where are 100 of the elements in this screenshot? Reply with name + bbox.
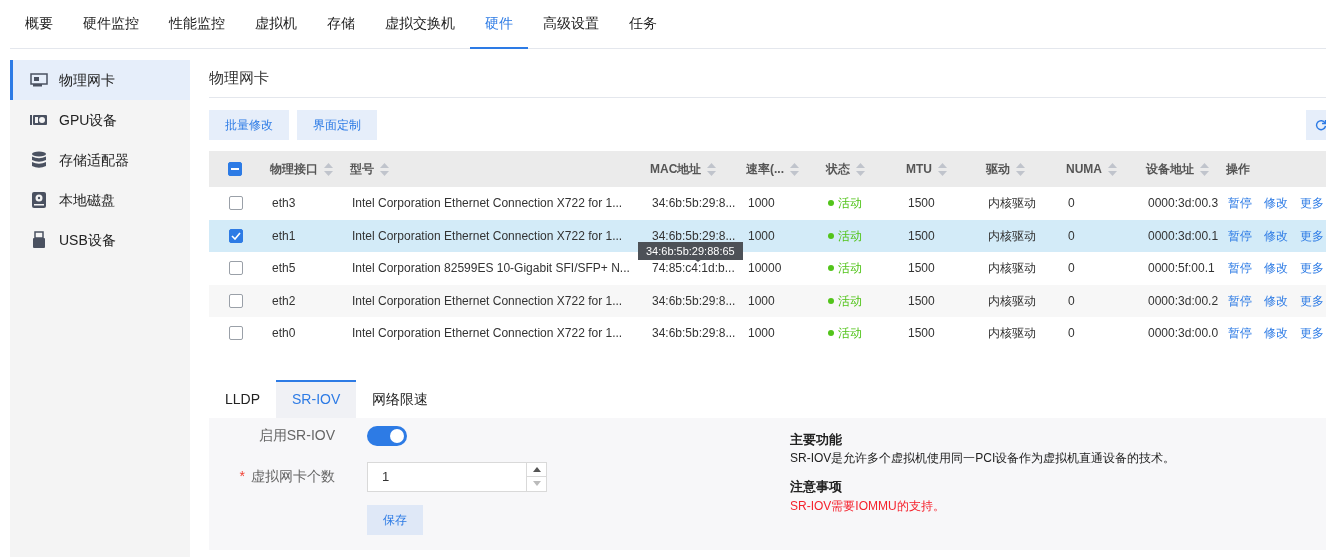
column-header[interactable]: MTU — [906, 160, 932, 178]
toggle-switch[interactable] — [367, 425, 407, 446]
save-button[interactable]: 保存 — [367, 504, 423, 535]
table-cell: Intel Corporation Ethernet Connection X722 for 1... — [352, 327, 623, 340]
table-cell: 1000 — [748, 197, 775, 210]
tooltip-arrow-icon — [694, 258, 702, 262]
sidebar-item[interactable]: USB设备 — [10, 220, 190, 260]
column-header[interactable]: 物理接口 — [270, 160, 318, 178]
table-cell: 1000 — [748, 327, 775, 340]
nav-tab[interactable]: 硬件 — [470, 0, 528, 49]
table-cell: 10000 — [748, 262, 782, 275]
checkbox[interactable] — [228, 293, 243, 308]
nav-tab[interactable]: 任务 — [614, 0, 672, 49]
column-header[interactable]: 型号 — [350, 160, 374, 178]
table-cell: 0 — [1068, 228, 1075, 243]
table-cell: eth0 — [272, 327, 296, 340]
nav-tab[interactable]: 虚拟交换机 — [370, 0, 470, 49]
table-cell: 0000:3d:00.2 — [1148, 293, 1219, 308]
nav-tab[interactable]: 存储 — [312, 0, 370, 49]
sort-icon[interactable] — [1016, 162, 1025, 176]
number-input[interactable]: 1 — [367, 461, 547, 492]
action-link[interactable]: 更多 — [1300, 324, 1324, 343]
action-link[interactable]: 暂停 — [1228, 226, 1252, 245]
sort-icon[interactable] — [790, 162, 799, 176]
nav-tab[interactable]: 虚拟机 — [240, 0, 312, 49]
action-link[interactable]: 暂停 — [1228, 324, 1252, 343]
table-cell: 0 — [1068, 196, 1075, 211]
table-cell: 0 — [1068, 293, 1075, 308]
field-label: 启用SR-IOV — [257, 426, 335, 445]
sort-icon[interactable] — [707, 162, 717, 176]
table-cell: 1000 — [748, 229, 775, 242]
action-link[interactable]: 修改 — [1264, 291, 1288, 310]
action-link[interactable]: 修改 — [1264, 259, 1288, 278]
table-cell: 1500 — [908, 228, 935, 243]
detail-tab[interactable]: LLDP — [209, 379, 277, 418]
sidebar-item[interactable]: 物理网卡 — [10, 60, 190, 100]
column-header[interactable]: 状态 — [826, 160, 850, 178]
sort-icon[interactable] — [856, 162, 865, 176]
detail-tab[interactable]: SR-IOV — [276, 379, 357, 418]
sort-icon[interactable] — [1200, 162, 1209, 176]
info-text: SR-IOV是允许多个虚拟机使用同一PCI设备作为虚拟机直通设备的技术。 — [790, 450, 1176, 467]
column-header[interactable]: 设备地址 — [1146, 160, 1194, 178]
column-header[interactable]: NUMA — [1066, 160, 1102, 178]
table-cell: 0 — [1068, 326, 1075, 341]
field-label: 虚拟网卡个数 — [250, 467, 335, 486]
detail-tab[interactable]: 网络限速 — [356, 379, 445, 418]
toolbar-button[interactable]: 批量修改 — [209, 110, 289, 140]
action-link[interactable]: 暂停 — [1228, 291, 1252, 310]
sort-icon[interactable] — [380, 162, 389, 176]
table-cell: 内核驱动 — [988, 326, 1036, 341]
column-header[interactable]: MAC地址 — [650, 160, 702, 178]
column-header[interactable]: 驱动 — [986, 160, 1010, 178]
sort-icon[interactable] — [938, 162, 947, 176]
decrement-icon[interactable] — [532, 481, 541, 487]
status-text: 活动 — [838, 195, 862, 213]
table-cell: 0000:3d:00.0 — [1148, 326, 1219, 341]
table-cell: 0000:3d:00.1 — [1148, 228, 1219, 243]
table-cell: 74:85:c4:1d:b... — [652, 262, 735, 275]
nav-tab[interactable]: 高级设置 — [528, 0, 614, 49]
action-link[interactable]: 更多 — [1300, 194, 1324, 213]
action-link[interactable]: 修改 — [1264, 324, 1288, 343]
info-heading: 注意事项 — [790, 478, 843, 496]
increment-icon[interactable] — [532, 466, 541, 472]
toolbar-button[interactable]: 界面定制 — [297, 110, 377, 140]
table-cell: 0000:5f:00.1 — [1148, 261, 1215, 276]
table-cell: 1500 — [908, 261, 935, 276]
table-row[interactable]: eth2 Intel Corporation Ethernet Connection X722 for 1... 34:6b:5b:29:8... 1000 活动 1500 内核驱动 0 0000:3d:00.2 暂停 修改 更多 — [209, 284, 1326, 317]
refresh-icon — [1315, 119, 1326, 131]
action-link[interactable]: 修改 — [1264, 226, 1288, 245]
checkbox[interactable] — [228, 228, 243, 243]
action-link[interactable]: 更多 — [1300, 291, 1324, 310]
table-cell: eth1 — [272, 229, 296, 242]
action-link[interactable]: 修改 — [1264, 194, 1288, 213]
table-cell: eth3 — [272, 197, 296, 210]
checkbox[interactable] — [228, 326, 243, 341]
table-cell: 34:6b:5b:29:8... — [652, 197, 736, 210]
sort-icon[interactable] — [324, 162, 333, 176]
checkbox[interactable] — [228, 196, 243, 211]
table-cell: 34:6b:5b:29:8... — [652, 294, 736, 307]
table-cell: Intel Corporation Ethernet Connection X722 for 1... — [352, 294, 623, 307]
action-link[interactable]: 暂停 — [1228, 194, 1252, 213]
action-link[interactable]: 更多 — [1300, 259, 1324, 278]
nav-tab[interactable]: 硬件监控 — [68, 0, 154, 49]
checkbox[interactable] — [227, 162, 242, 176]
column-header[interactable]: 速率(... — [746, 160, 784, 178]
action-link[interactable]: 更多 — [1300, 226, 1324, 245]
table-cell: 1500 — [908, 326, 935, 341]
sidebar-item[interactable]: 本地磁盘 — [10, 180, 190, 220]
nav-tab[interactable]: 概要 — [10, 0, 68, 49]
action-link[interactable]: 暂停 — [1228, 259, 1252, 278]
sort-icon[interactable] — [1108, 162, 1117, 176]
sidebar-item[interactable]: 存储适配器 — [10, 140, 190, 180]
nav-tab[interactable]: 性能监控 — [154, 0, 240, 49]
table-cell: 0 — [1068, 261, 1075, 276]
info-text: SR-IOV需要IOMMU的支持。 — [790, 497, 946, 515]
page-title: 物理网卡 — [209, 68, 269, 89]
table-cell: Intel Corporation 82599ES 10-Gigabit SFI/SFP+ N... — [352, 262, 630, 275]
sidebar-item[interactable]: GPU设备 — [10, 100, 190, 140]
checkbox[interactable] — [228, 261, 243, 276]
table-cell: Intel Corporation Ethernet Connection X722 for 1... — [352, 197, 623, 210]
